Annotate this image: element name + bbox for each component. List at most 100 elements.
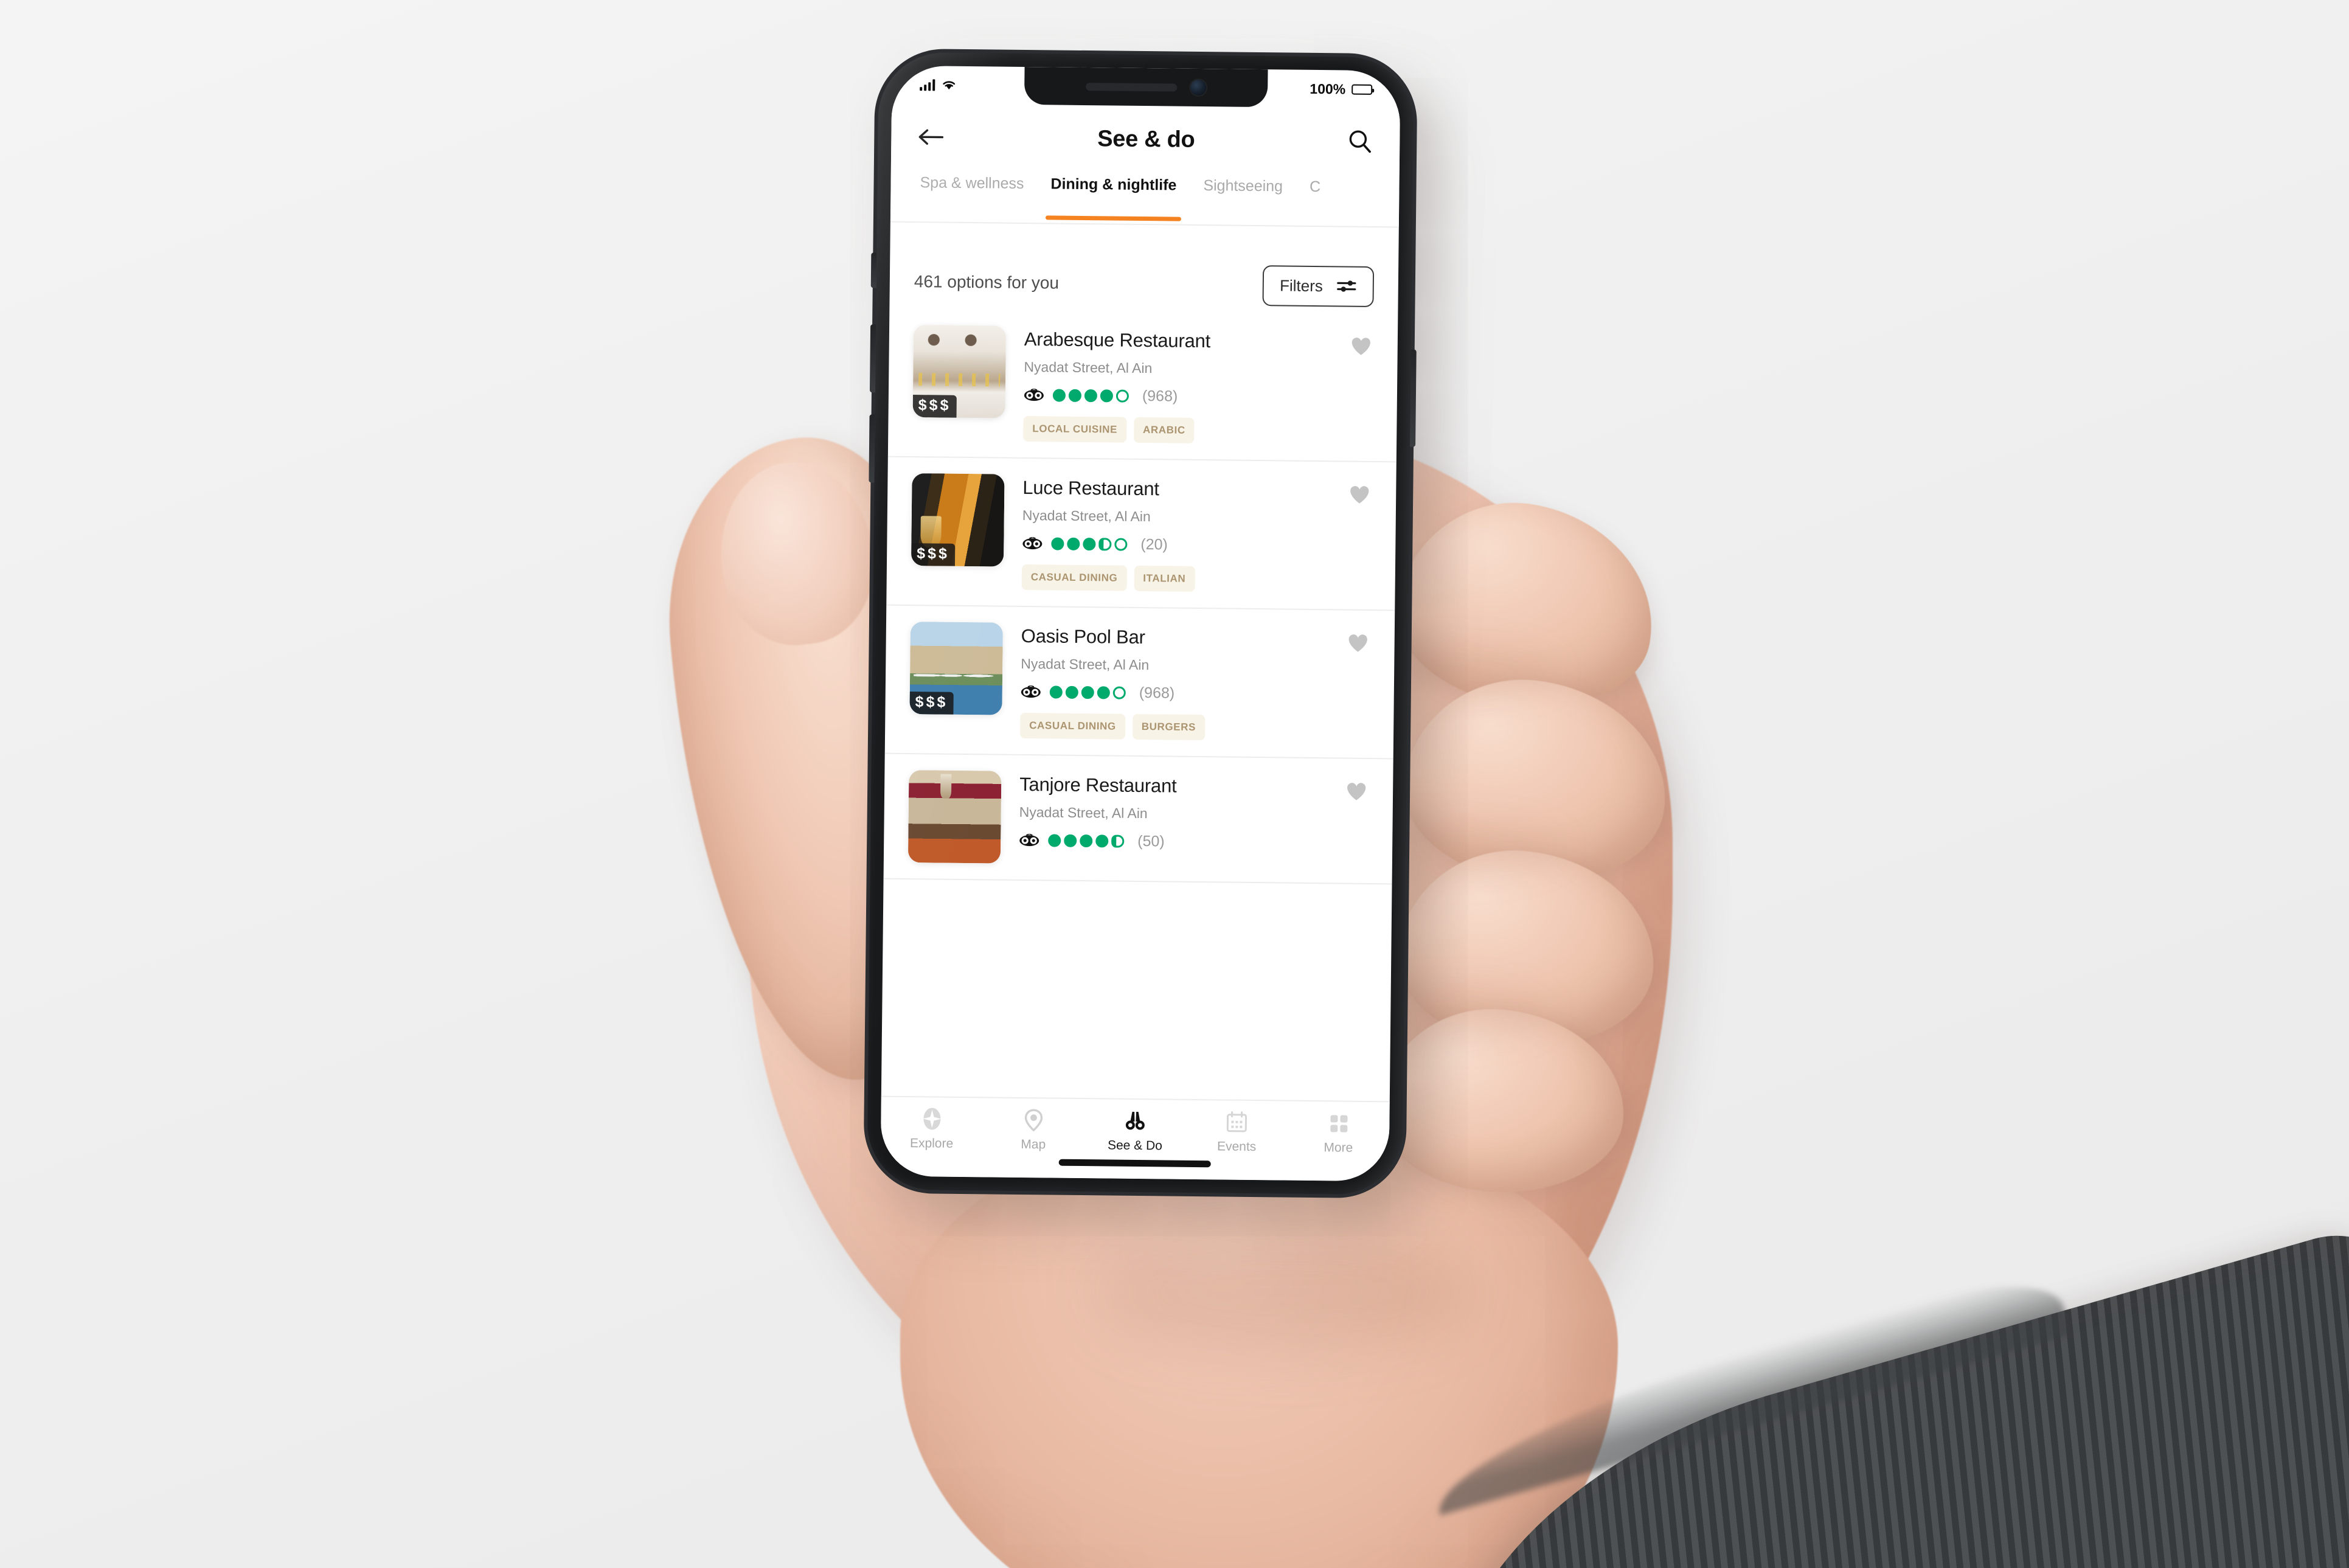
- cellular-signal-icon: [920, 78, 935, 91]
- restaurant-photo: [907, 770, 1002, 864]
- tag-chip: LOCAL CUISINE: [1023, 415, 1127, 443]
- binoculars-icon: [1125, 1111, 1145, 1130]
- rating-row: (50): [1019, 831, 1325, 852]
- arrow-left-icon[interactable]: [918, 128, 945, 146]
- rating-row: (968): [1024, 386, 1330, 407]
- thumb-nail: [710, 453, 884, 654]
- tag-list: CASUAL DINING BURGERS: [1020, 712, 1327, 741]
- nav-label: See & Do: [1107, 1138, 1163, 1153]
- app-header: See & do: [890, 103, 1400, 176]
- listing-info: Oasis Pool Bar Nyadat Street, Al Ain (96…: [1020, 623, 1328, 741]
- listing-address: Nyadat Street, Al Ain: [1021, 655, 1150, 673]
- tripadvisor-owl-icon: [1024, 388, 1044, 401]
- review-count: (968): [1139, 684, 1175, 702]
- tab-sightseeing[interactable]: Sightseeing: [1190, 173, 1296, 196]
- compass-icon: [923, 1108, 942, 1130]
- listing-name: Arabesque Restaurant: [1024, 328, 1211, 352]
- filters-button[interactable]: Filters: [1262, 265, 1375, 307]
- rating-row: (20): [1022, 535, 1328, 555]
- tripadvisor-owl-icon: [1022, 536, 1043, 550]
- grid-menu-icon: [1330, 1115, 1348, 1133]
- price-level-badge: $$$: [912, 395, 957, 418]
- listing-name: Oasis Pool Bar: [1021, 625, 1145, 648]
- finger-ring: [1390, 841, 1663, 1057]
- listing-name: Luce Restaurant: [1022, 476, 1159, 500]
- nav-item-see-and-do[interactable]: See & Do: [1089, 1108, 1181, 1154]
- page-title: See & do: [1097, 125, 1195, 153]
- category-tab-bar[interactable]: Spa & wellness Dining & nightlife Sights…: [890, 170, 1400, 228]
- listing-address: Nyadat Street, Al Ain: [1024, 358, 1153, 376]
- phone-screen: 100% See & do Spa & wellness Dining & ni…: [880, 65, 1401, 1182]
- search-icon[interactable]: [1347, 129, 1373, 154]
- heart-icon[interactable]: [1344, 779, 1369, 803]
- price-level-badge: $$$: [911, 543, 956, 566]
- heart-icon[interactable]: [1345, 630, 1370, 654]
- power-button[interactable]: [1410, 349, 1417, 447]
- listing-item[interactable]: $$$ Luce Restaurant Nyadat Street, Al Ai…: [886, 457, 1397, 611]
- rating-bubbles: [1049, 685, 1126, 699]
- results-count-label: 461 options for you: [914, 272, 1060, 293]
- listing-address: Nyadat Street, Al Ain: [1022, 507, 1151, 525]
- nav-item-explore[interactable]: Explore: [886, 1106, 977, 1152]
- nav-label: Events: [1216, 1139, 1257, 1154]
- review-count: (968): [1142, 387, 1178, 405]
- rating-bubbles: [1051, 537, 1128, 551]
- tag-chip: CASUAL DINING: [1021, 564, 1127, 591]
- volume-down-button[interactable]: [869, 414, 875, 483]
- nav-item-more[interactable]: More: [1292, 1110, 1384, 1156]
- listing-item[interactable]: $$$ Oasis Pool Bar Nyadat Street, Al Ain: [884, 605, 1395, 760]
- map-pin-icon: [1024, 1109, 1043, 1132]
- listing-thumbnail[interactable]: $$$: [911, 473, 1005, 567]
- listing-info: Arabesque Restaurant Nyadat Street, Al A…: [1023, 326, 1331, 445]
- heart-icon[interactable]: [1347, 482, 1372, 506]
- nav-item-map[interactable]: Map: [988, 1106, 1080, 1153]
- tab-culture-truncated[interactable]: C: [1296, 175, 1334, 196]
- tag-chip: CASUAL DINING: [1020, 712, 1125, 740]
- review-count: (50): [1137, 832, 1165, 850]
- listing-name: Tanjore Restaurant: [1019, 773, 1177, 797]
- tag-chip: ITALIAN: [1134, 565, 1195, 592]
- earpiece-speaker: [1086, 82, 1178, 92]
- heart-icon[interactable]: [1349, 333, 1373, 358]
- tag-list: LOCAL CUISINE ARABIC: [1023, 415, 1330, 445]
- listing-thumbnail[interactable]: $$$: [909, 622, 1004, 715]
- sweater-sleeve: [1378, 1222, 2349, 1568]
- review-count: (20): [1140, 535, 1168, 553]
- tripadvisor-owl-icon: [1021, 685, 1041, 698]
- mockup-scene: 100% See & do Spa & wellness Dining & ni…: [0, 0, 2349, 1568]
- finger-index: [1383, 484, 1670, 726]
- device-notch: [1024, 66, 1268, 108]
- calendar-icon: [1226, 1111, 1247, 1133]
- silent-switch[interactable]: [870, 252, 877, 288]
- tab-dining-nightlife[interactable]: Dining & nightlife: [1037, 172, 1190, 195]
- listing-thumbnail[interactable]: $$$: [912, 325, 1007, 418]
- nav-label: More: [1324, 1140, 1353, 1155]
- tab-spa-wellness[interactable]: Spa & wellness: [906, 170, 1037, 193]
- battery-percent-label: 100%: [1310, 80, 1346, 97]
- listing-info: Luce Restaurant Nyadat Street, Al Ain (2…: [1021, 474, 1330, 593]
- listing-address: Nyadat Street, Al Ain: [1019, 803, 1148, 822]
- listing-item[interactable]: $$$ Arabesque Restaurant Nyadat Street, …: [887, 308, 1398, 463]
- battery-full-icon: [1351, 84, 1373, 95]
- price-level-badge: $$$: [909, 692, 954, 715]
- finger-pinky: [1376, 1003, 1629, 1199]
- tag-list: CASUAL DINING ITALIAN: [1021, 564, 1328, 593]
- volume-up-button[interactable]: [869, 324, 876, 393]
- finger-middle: [1393, 666, 1678, 897]
- nav-label: Map: [1021, 1137, 1046, 1152]
- tune-sliders-icon: [1337, 280, 1356, 292]
- listing-list[interactable]: $$$ Arabesque Restaurant Nyadat Street, …: [881, 308, 1398, 1101]
- nav-item-events[interactable]: Events: [1191, 1109, 1283, 1155]
- rating-bubbles: [1052, 389, 1129, 403]
- smartphone-device: 100% See & do Spa & wellness Dining & ni…: [867, 52, 1417, 1195]
- listing-info: Tanjore Restaurant Nyadat Street, Al Ain: [1019, 771, 1327, 867]
- listing-item[interactable]: Tanjore Restaurant Nyadat Street, Al Ain: [883, 754, 1393, 885]
- bottom-navigation-bar[interactable]: Explore Map See & Do Events More: [880, 1095, 1390, 1182]
- palm-shadow: [1095, 1235, 1472, 1350]
- filters-button-label: Filters: [1279, 276, 1323, 295]
- listing-thumbnail[interactable]: [907, 770, 1002, 864]
- tag-chip: BURGERS: [1132, 713, 1206, 741]
- tripadvisor-owl-icon: [1019, 833, 1039, 847]
- wifi-icon: [943, 81, 956, 90]
- rating-row: (968): [1021, 683, 1327, 704]
